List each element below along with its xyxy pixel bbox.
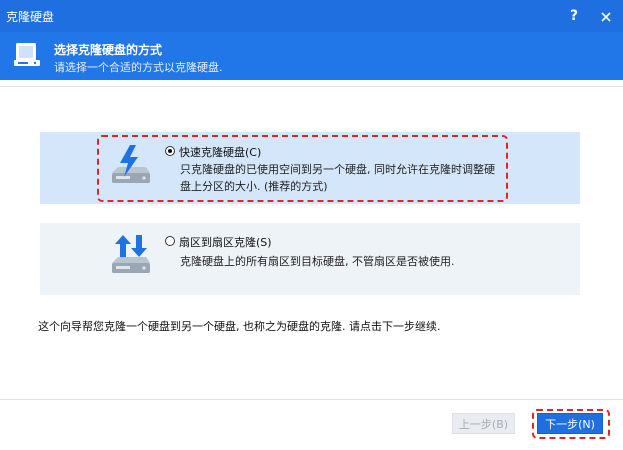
- wizard-help-text: 这个向导帮您克隆一个硬盘到另一个硬盘, 也称之为硬盘的克隆. 请点击下一步继续.: [38, 320, 441, 333]
- wizard-header: 选择克隆硬盘的方式 请选择一个合适的方式以克隆硬盘.: [0, 32, 623, 80]
- close-icon: [601, 11, 611, 22]
- divider: [0, 399, 623, 400]
- option-label-sector-clone[interactable]: 扇区到扇区克隆(S): [179, 234, 272, 250]
- wizard-subtitle: 请选择一个合适的方式以克隆硬盘.: [54, 61, 223, 74]
- close-button[interactable]: [596, 6, 616, 26]
- divider: [0, 86, 623, 87]
- highlight-box-option: [97, 135, 508, 202]
- radio-sector-clone[interactable]: [165, 236, 175, 246]
- up-down-arrows-disk-icon: [112, 235, 150, 273]
- highlight-box-next: [532, 409, 610, 439]
- title-bar: 克隆硬盘 ?: [0, 0, 623, 32]
- previous-button[interactable]: 上一步(B): [452, 413, 515, 434]
- window-title: 克隆硬盘: [6, 10, 55, 24]
- wizard-title: 选择克隆硬盘的方式: [54, 43, 163, 57]
- help-button[interactable]: ?: [565, 6, 583, 26]
- option-desc-sector-clone: 克隆硬盘上的所有扇区到目标硬盘, 不管扇区是否被使用.: [180, 255, 455, 268]
- disk-clone-icon: [14, 43, 40, 66]
